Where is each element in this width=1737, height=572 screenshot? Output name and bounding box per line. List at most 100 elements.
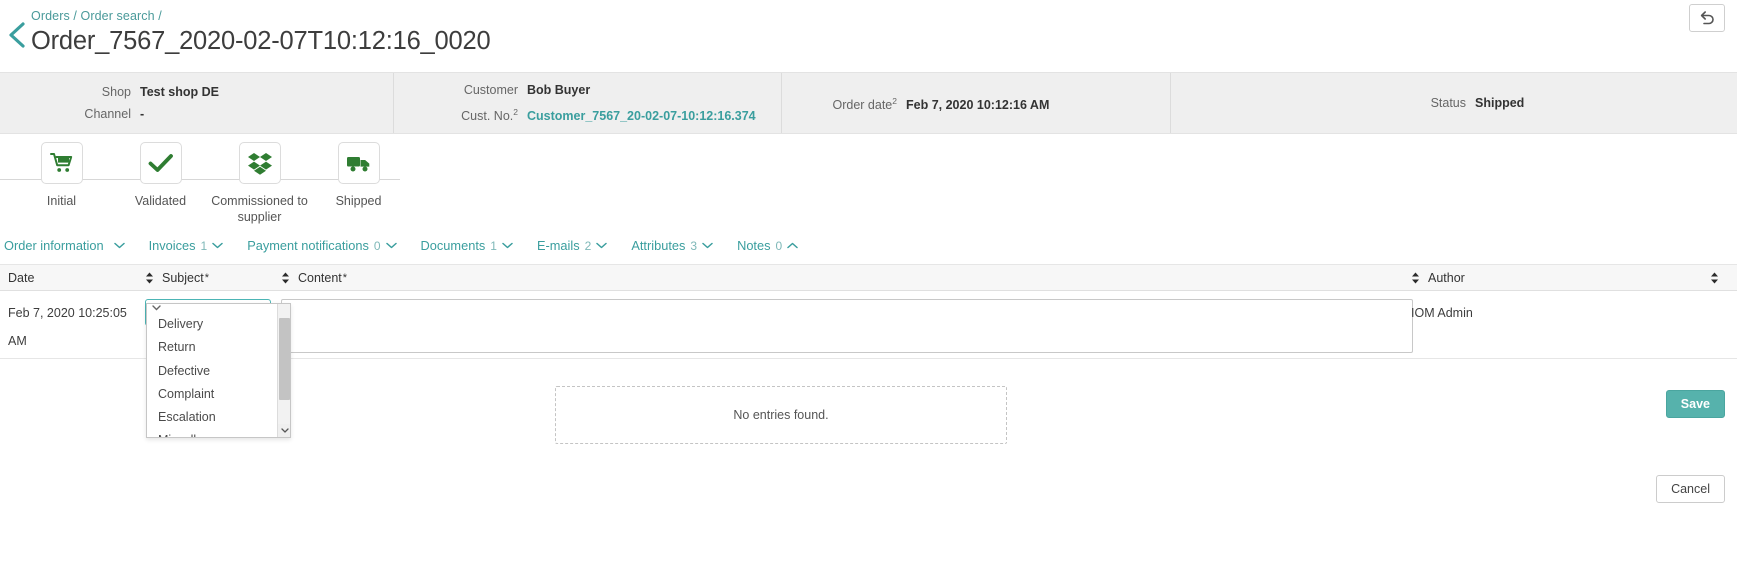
tab-label: Payment notifications <box>247 238 369 253</box>
dropdown-scrollbar[interactable] <box>277 304 290 437</box>
cancel-button[interactable]: Cancel <box>1656 475 1725 503</box>
dropdown-option[interactable]: Delivery <box>147 313 290 336</box>
step-initial-box <box>40 142 83 184</box>
cust-no-link[interactable]: Customer_7567_20-02-07-10:12:16.374 <box>527 105 756 127</box>
dropdown-scrollbar-thumb[interactable] <box>279 318 290 400</box>
dropdown-option-list: Delivery Return Defective Complaint Esca… <box>147 304 290 437</box>
undo-button[interactable] <box>1689 4 1725 32</box>
undo-arrow-icon <box>1700 11 1714 25</box>
order-progress-stepper: Initial Validated Commissioned to suppli… <box>0 134 1737 234</box>
required-asterisk: * <box>204 271 209 284</box>
column-label: Content <box>298 270 342 285</box>
tab-label: Documents <box>420 238 486 253</box>
page-title: Order_7567_2020-02-07T10:12:16_0020 <box>31 27 491 55</box>
step-initial-label: Initial <box>46 194 77 208</box>
sort-icon[interactable] <box>1411 272 1420 284</box>
dropdown-option[interactable]: Complaint <box>147 383 290 406</box>
customer-value: Bob Buyer <box>527 82 591 97</box>
channel-value: - <box>140 107 145 121</box>
step-validated[interactable]: Validated <box>111 142 210 209</box>
tab-documents[interactable]: Documents 1 <box>421 234 527 257</box>
order-summary-bar: Shop Test shop DE Channel - Customer Bob… <box>0 72 1737 134</box>
back-chevron-icon[interactable] <box>6 20 28 50</box>
cell-date: Feb 7, 2020 10:25:05 AM <box>8 306 127 348</box>
page-header: Orders / Order search / Order_7567_2020-… <box>0 0 1737 58</box>
tab-count: 0 <box>775 238 783 253</box>
notes-table: Date Subject * Content * Author Feb 7, 2… <box>0 264 1737 438</box>
tab-label: Order information <box>4 238 104 253</box>
tab-attributes[interactable]: Attributes 3 <box>631 234 727 257</box>
content-input[interactable] <box>281 299 1413 353</box>
order-date-value: Feb 7, 2020 10:12:16 AM <box>906 98 1050 113</box>
column-label: Author <box>1428 270 1465 285</box>
empty-state-text: No entries found. <box>733 408 829 422</box>
dropdown-option[interactable]: Defective <box>147 360 290 383</box>
empty-state-panel: No entries found. <box>555 386 1007 444</box>
breadcrumb[interactable]: Orders / Order search / <box>31 8 1737 24</box>
step-commissioned[interactable]: Commissioned to supplier <box>210 142 309 225</box>
dropbox-boxes-icon <box>247 152 272 175</box>
tab-count: 1 <box>490 238 497 253</box>
chevron-down-icon <box>502 242 513 249</box>
cust-no-label: Cust. No.2 <box>461 106 518 124</box>
section-tabs: Order information Invoices 1 Payment not… <box>0 234 1737 264</box>
tab-label: Attributes <box>631 238 686 253</box>
tab-order-information[interactable]: Order information <box>4 234 139 257</box>
status-value: Shipped <box>1475 96 1525 110</box>
step-initial[interactable]: Initial <box>12 142 111 209</box>
tab-notes[interactable]: Notes 0 <box>737 234 812 257</box>
tab-emails[interactable]: E-mails 2 <box>537 234 621 257</box>
shop-value: Test shop DE <box>140 85 219 99</box>
dropdown-scroll-up-icon[interactable] <box>152 305 161 311</box>
chevron-down-icon <box>113 242 125 249</box>
chevron-down-icon <box>212 242 223 249</box>
chevron-down-icon <box>702 242 713 249</box>
cell-author: IOM Admin <box>1411 306 1473 320</box>
step-validated-label: Validated <box>134 194 187 208</box>
shopping-cart-icon <box>49 153 72 172</box>
dropdown-option[interactable]: Miscellaneous <box>147 429 290 437</box>
info-cell-shop: Shop Test shop DE Channel - <box>0 73 394 133</box>
customer-label: Customer <box>463 82 518 97</box>
cell-content <box>281 299 1413 358</box>
column-header-subject[interactable]: Subject * <box>145 271 281 285</box>
tab-label: Invoices <box>148 238 196 253</box>
save-button[interactable]: Save <box>1665 390 1725 418</box>
tab-label: Notes <box>737 238 771 253</box>
step-commissioned-box <box>238 142 281 184</box>
chevron-down-icon <box>280 428 289 433</box>
sort-icon[interactable] <box>281 272 290 284</box>
sort-icon-right[interactable] <box>1710 272 1719 284</box>
step-commissioned-label: Commissioned to supplier <box>211 194 308 224</box>
info-cell-order-date: Order date2 Feb 7, 2020 10:12:16 AM <box>782 73 1171 133</box>
column-header-date: Date <box>0 271 145 285</box>
step-shipped-label: Shipped <box>335 194 382 208</box>
chevron-up-icon <box>787 242 798 249</box>
tab-invoices[interactable]: Invoices 1 <box>149 234 238 257</box>
chevron-down-icon <box>385 242 397 249</box>
sort-icon[interactable] <box>145 272 154 284</box>
tab-label: E-mails <box>536 238 580 253</box>
info-cell-status: Status Shipped <box>1171 73 1737 133</box>
tab-count: 0 <box>373 238 381 253</box>
subject-dropdown-menu[interactable]: Delivery Return Defective Complaint Esca… <box>146 303 291 438</box>
column-label: Subject <box>162 270 204 285</box>
dropdown-scroll-down-button[interactable] <box>278 424 290 437</box>
status-label: Status <box>1430 96 1466 110</box>
required-asterisk: * <box>342 271 348 284</box>
check-icon <box>148 154 173 172</box>
tab-count: 3 <box>690 238 698 253</box>
delivery-truck-icon <box>346 157 369 172</box>
step-shipped[interactable]: Shipped <box>309 142 408 209</box>
step-validated-box <box>139 142 182 184</box>
order-date-label: Order date2 <box>832 95 898 113</box>
dropdown-option[interactable]: Escalation <box>147 406 290 429</box>
tab-count: 2 <box>584 238 592 253</box>
table-header-row: Date Subject * Content * Author <box>0 265 1737 291</box>
dropdown-option[interactable]: Return <box>147 336 290 359</box>
column-header-content[interactable]: Content * <box>281 271 1411 285</box>
column-header-author[interactable]: Author <box>1411 271 1737 285</box>
tab-payment-notifications[interactable]: Payment notifications 0 <box>247 234 410 257</box>
chevron-down-icon <box>596 242 608 249</box>
info-cell-customer: Customer Bob Buyer Cust. No.2 Customer_7… <box>394 73 782 133</box>
